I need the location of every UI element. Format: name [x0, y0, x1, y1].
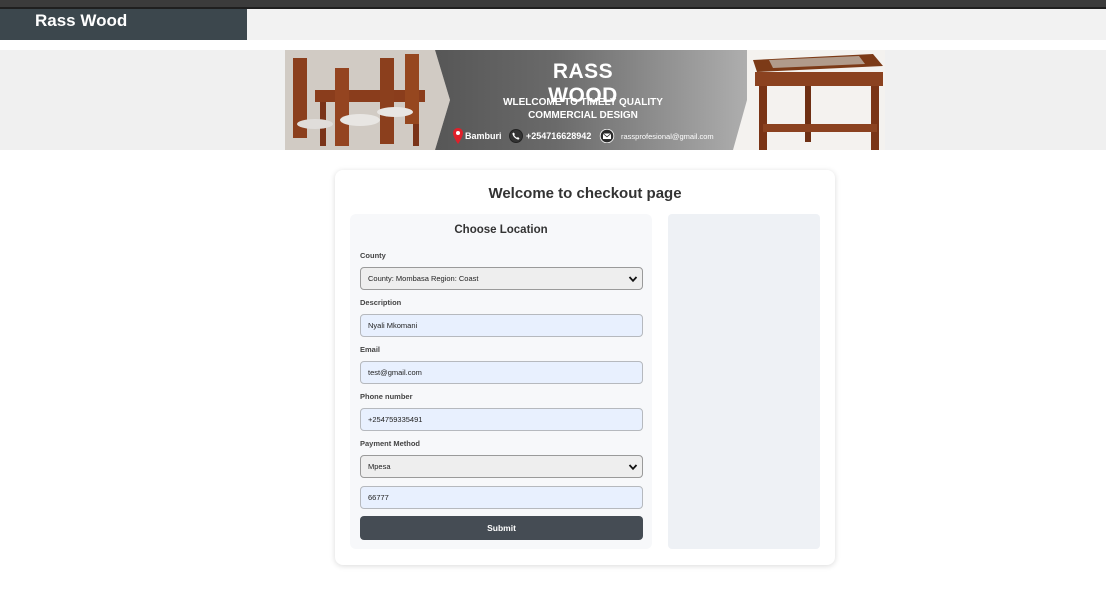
chevron-down-icon [628, 464, 638, 471]
checkout-card: Welcome to checkout page Choose Location… [335, 170, 835, 565]
payment-label: Payment Method [360, 439, 421, 448]
county-select[interactable]: County: Mombasa Region: Coast [360, 267, 643, 290]
dining-table-image [285, 50, 450, 150]
county-label: County [360, 251, 386, 260]
email-input[interactable]: test@gmail.com [360, 361, 643, 384]
browser-top-strip [0, 0, 1106, 9]
banner-email: rassprofesional@gmail.com [621, 132, 714, 141]
chevron-down-icon [628, 276, 638, 283]
payment-method-select[interactable]: Mpesa [360, 455, 643, 478]
location-form: Choose Location County County: Mombasa R… [350, 214, 652, 549]
county-select-value: County: Mombasa Region: Coast [368, 274, 479, 283]
description-label: Description [360, 298, 402, 307]
banner-subtitle-line-1: WLELCOME TO TIMELY QUALITY [503, 97, 663, 108]
hero-banner: RASS WOOD WLELCOME TO TIMELY QUALITY COM… [285, 50, 885, 150]
description-input[interactable]: Nyali Mkomani [360, 314, 643, 337]
payment-method-value: Mpesa [368, 462, 391, 471]
banner-phone: +254716628942 [526, 131, 592, 141]
banner-location: Bamburi [465, 131, 502, 141]
phone-input[interactable]: +254759335491 [360, 408, 643, 431]
code-input[interactable]: 66777 [360, 486, 643, 509]
brand-name[interactable]: Rass Wood [35, 11, 127, 31]
banner-subtitle: WLELCOME TO TIMELY QUALITY COMMERCIAL DE… [485, 96, 681, 122]
email-label: Email [360, 345, 381, 354]
brand-block[interactable]: Rass Wood [0, 9, 247, 40]
location-pin-icon [453, 128, 463, 144]
order-summary-panel [668, 214, 820, 549]
email-icon [599, 129, 615, 143]
side-table-image [733, 50, 885, 150]
phone-icon [509, 129, 523, 143]
navbar: Rass Wood [0, 9, 1106, 40]
phone-label: Phone number [360, 392, 413, 401]
banner-subtitle-line-2: COMMERCIAL DESIGN [528, 110, 638, 121]
page-title: Welcome to checkout page [488, 185, 682, 202]
submit-button[interactable]: Submit [360, 516, 643, 540]
form-heading: Choose Location [454, 224, 548, 236]
